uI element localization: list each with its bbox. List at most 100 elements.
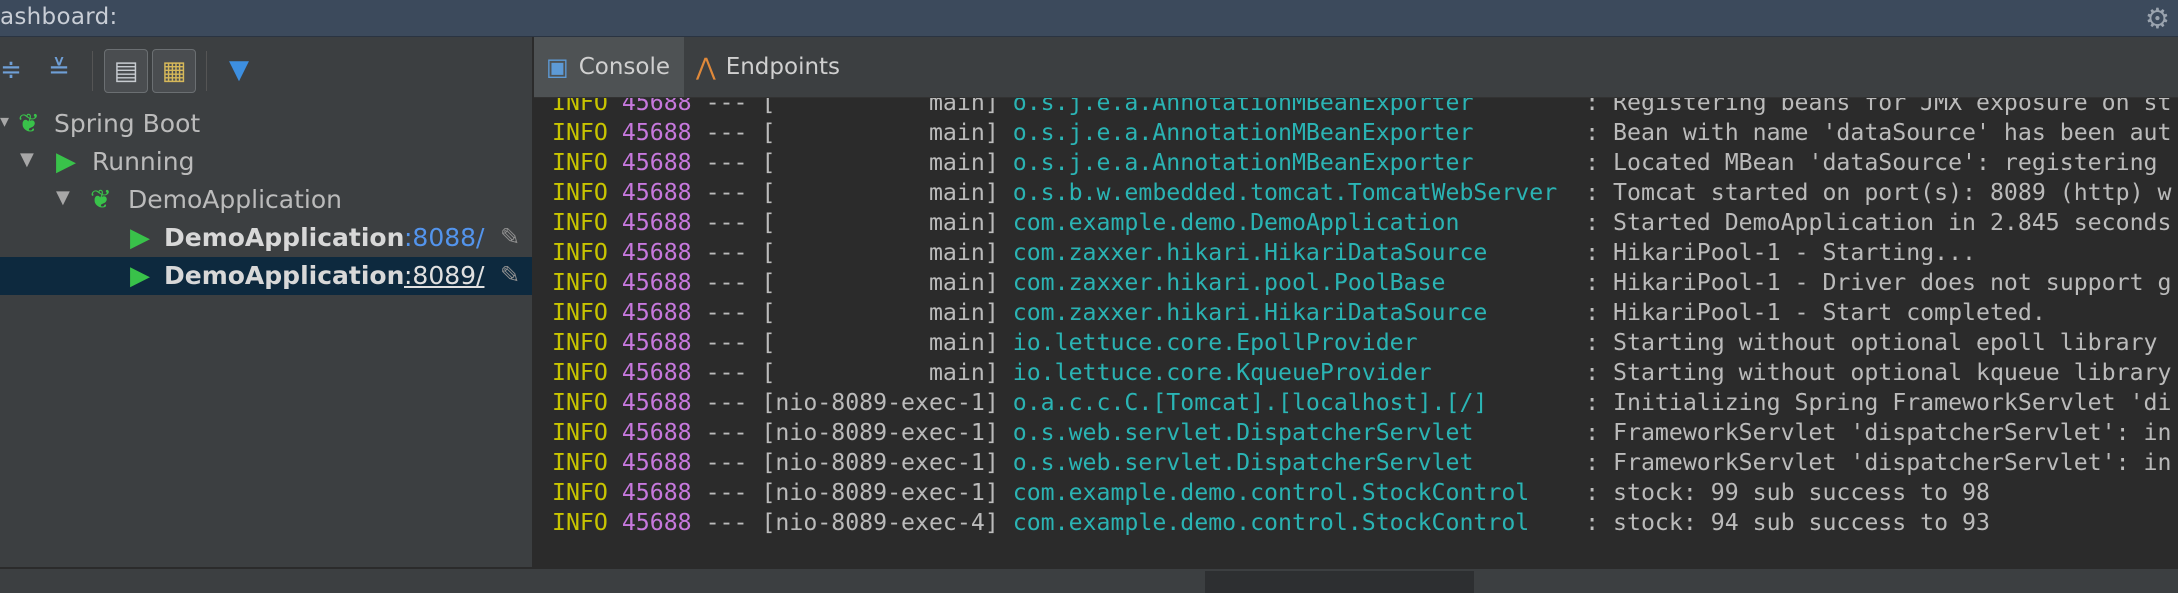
log-separator: --- bbox=[705, 98, 748, 116]
log-logger: com.zaxxer.hikari.HikariDataSource bbox=[1012, 299, 1572, 326]
log-message: : Initializing Spring FrameworkServlet '… bbox=[1585, 389, 2172, 416]
log-thread: [ main] bbox=[761, 329, 999, 356]
console-line: INFO 45688 --- [ main] io.lettuce.core.K… bbox=[552, 359, 2171, 389]
chevron-down-icon[interactable]: ▾ bbox=[0, 111, 9, 132]
spring-boot-icon: ❦ bbox=[18, 109, 40, 139]
log-pid: 45688 bbox=[621, 299, 692, 326]
tree-node-instance-8088[interactable]: ▶ DemoApplication :8088/ ✎ bbox=[0, 219, 532, 257]
expand-all-icon[interactable]: ≑ bbox=[0, 49, 32, 91]
log-message: : HikariPool-1 - Driver does not support… bbox=[1585, 269, 2172, 296]
log-logger: o.s.b.w.embedded.tomcat.TomcatWebServer bbox=[1012, 179, 1572, 206]
log-logger: o.s.j.e.a.AnnotationMBeanExporter bbox=[1012, 149, 1572, 176]
log-logger: o.s.web.servlet.DispatcherServlet bbox=[1012, 449, 1572, 476]
console-line: INFO 45688 --- [ main] o.s.j.e.a.Annotat… bbox=[552, 119, 2171, 149]
tree-node-instance-8089[interactable]: ▶ DemoApplication :8089/ ✎ bbox=[0, 257, 532, 295]
log-logger: io.lettuce.core.EpollProvider bbox=[1012, 329, 1572, 356]
console-line: INFO 45688 --- [ main] o.s.j.e.a.Annotat… bbox=[552, 149, 2158, 179]
log-separator: --- bbox=[705, 119, 748, 146]
log-separator: --- bbox=[705, 479, 748, 506]
collapse-all-icon[interactable]: ≚ bbox=[38, 49, 80, 91]
tree-node-spring-boot[interactable]: ▾ ❦ Spring Boot bbox=[0, 105, 532, 143]
log-separator: --- bbox=[705, 179, 748, 206]
log-logger: com.zaxxer.hikari.HikariDataSource bbox=[1012, 239, 1572, 266]
log-logger: o.a.c.c.C.[Tomcat].[localhost].[/] bbox=[1012, 389, 1572, 416]
log-message: : stock: 94 sub success to 93 bbox=[1585, 509, 1990, 536]
tree-toolbar: ≑ ≚ ▤ ▦ ▼ bbox=[0, 37, 532, 103]
gear-icon[interactable]: ⚙ bbox=[2145, 2, 2170, 35]
log-thread: [ main] bbox=[761, 98, 999, 116]
log-pid: 45688 bbox=[621, 179, 692, 206]
tab-console[interactable]: ▣ Console bbox=[534, 37, 684, 97]
tool-window-bar bbox=[0, 568, 2178, 593]
console-line: INFO 45688 --- [nio-8089-exec-1] o.s.web… bbox=[552, 449, 2171, 479]
tree-node-running[interactable]: ▼ ▶ Running bbox=[0, 143, 532, 181]
group-by-config-icon[interactable]: ▦ bbox=[152, 49, 196, 93]
run-dashboard-tab[interactable] bbox=[1205, 571, 1474, 593]
port-link[interactable]: :8088/ bbox=[404, 223, 484, 252]
log-logger: o.s.web.servlet.DispatcherServlet bbox=[1012, 419, 1572, 446]
log-thread: [ main] bbox=[761, 299, 999, 326]
log-separator: --- bbox=[705, 299, 748, 326]
tree-node-demo-application[interactable]: ▼ ❦ DemoApplication bbox=[0, 181, 532, 219]
console-line: INFO 45688 --- [ main] com.zaxxer.hikari… bbox=[552, 239, 1976, 269]
log-level: INFO bbox=[552, 209, 608, 236]
log-logger: com.zaxxer.hikari.pool.PoolBase bbox=[1012, 269, 1572, 296]
log-separator: --- bbox=[705, 389, 748, 416]
log-thread: [nio-8089-exec-1] bbox=[761, 449, 999, 476]
log-level: INFO bbox=[552, 389, 608, 416]
log-level: INFO bbox=[552, 299, 608, 326]
log-pid: 45688 bbox=[621, 509, 692, 536]
window-title: ashboard: bbox=[0, 4, 118, 30]
log-logger: o.s.j.e.a.AnnotationMBeanExporter bbox=[1012, 119, 1572, 146]
log-thread: [ main] bbox=[761, 239, 999, 266]
log-pid: 45688 bbox=[621, 329, 692, 356]
log-separator: --- bbox=[705, 239, 748, 266]
log-level: INFO bbox=[552, 479, 608, 506]
log-separator: --- bbox=[705, 209, 748, 236]
chevron-down-icon[interactable]: ▼ bbox=[56, 187, 70, 208]
log-pid: 45688 bbox=[621, 98, 692, 116]
console-line: INFO 45688 --- [nio-8089-exec-1] com.exa… bbox=[552, 479, 1990, 509]
log-level: INFO bbox=[552, 149, 608, 176]
log-pid: 45688 bbox=[621, 149, 692, 176]
log-separator: --- bbox=[705, 509, 748, 536]
port-link[interactable]: :8089/ bbox=[404, 261, 484, 290]
console-icon: ▣ bbox=[546, 53, 569, 81]
console-line: INFO 45688 --- [nio-8089-exec-1] o.a.c.c… bbox=[552, 389, 2171, 419]
log-pid: 45688 bbox=[621, 479, 692, 506]
pencil-icon[interactable]: ✎ bbox=[500, 223, 520, 251]
console-line: INFO 45688 --- [nio-8089-exec-1] o.s.web… bbox=[552, 419, 2171, 449]
toolbar-separator bbox=[92, 51, 93, 91]
tab-label: Console bbox=[578, 54, 670, 80]
tab-label: Endpoints bbox=[725, 54, 841, 80]
log-message: : Started DemoApplication in 2.845 secon… bbox=[1585, 209, 2172, 236]
tree-node-label: DemoApplication bbox=[128, 185, 342, 214]
run-icon: ▶ bbox=[56, 147, 76, 177]
log-thread: [nio-8089-exec-4] bbox=[761, 509, 999, 536]
console-line: INFO 45688 --- [ main] com.example.demo.… bbox=[552, 209, 2171, 239]
group-by-type-icon[interactable]: ▤ bbox=[104, 49, 148, 93]
tab-endpoints[interactable]: ⋀ Endpoints bbox=[684, 37, 848, 97]
log-message: : FrameworkServlet 'dispatcherServlet': … bbox=[1585, 449, 2172, 476]
log-message: : HikariPool-1 - Start completed. bbox=[1585, 299, 2046, 326]
log-message: : Bean with name 'dataSource' has been a… bbox=[1585, 119, 2172, 146]
log-message: : Starting without optional epoll librar… bbox=[1585, 329, 2158, 356]
console-line: INFO 45688 --- [nio-8089-exec-4] com.exa… bbox=[552, 509, 1990, 539]
log-message: : Starting without optional kqueue libra… bbox=[1585, 359, 2172, 386]
filter-icon[interactable]: ▼ bbox=[218, 49, 260, 91]
title-bar: ashboard: ⚙ bbox=[0, 0, 2178, 37]
console-line: INFO 45688 --- [ main] o.s.j.e.a.Annotat… bbox=[552, 98, 2171, 119]
log-level: INFO bbox=[552, 359, 608, 386]
log-logger: com.example.demo.DemoApplication bbox=[1012, 209, 1572, 236]
tree-node-label: DemoApplication bbox=[164, 261, 405, 290]
run-icon: ▶ bbox=[130, 261, 150, 291]
log-separator: --- bbox=[705, 449, 748, 476]
console-output[interactable]: INFO 45688 --- [ main] o.s.j.e.a.Annotat… bbox=[534, 98, 2178, 567]
log-level: INFO bbox=[552, 329, 608, 356]
pencil-icon[interactable]: ✎ bbox=[500, 261, 520, 289]
log-separator: --- bbox=[705, 149, 748, 176]
chevron-down-icon[interactable]: ▼ bbox=[20, 149, 34, 170]
log-pid: 45688 bbox=[621, 209, 692, 236]
log-thread: [ main] bbox=[761, 119, 999, 146]
tree-node-label: Spring Boot bbox=[54, 109, 201, 138]
